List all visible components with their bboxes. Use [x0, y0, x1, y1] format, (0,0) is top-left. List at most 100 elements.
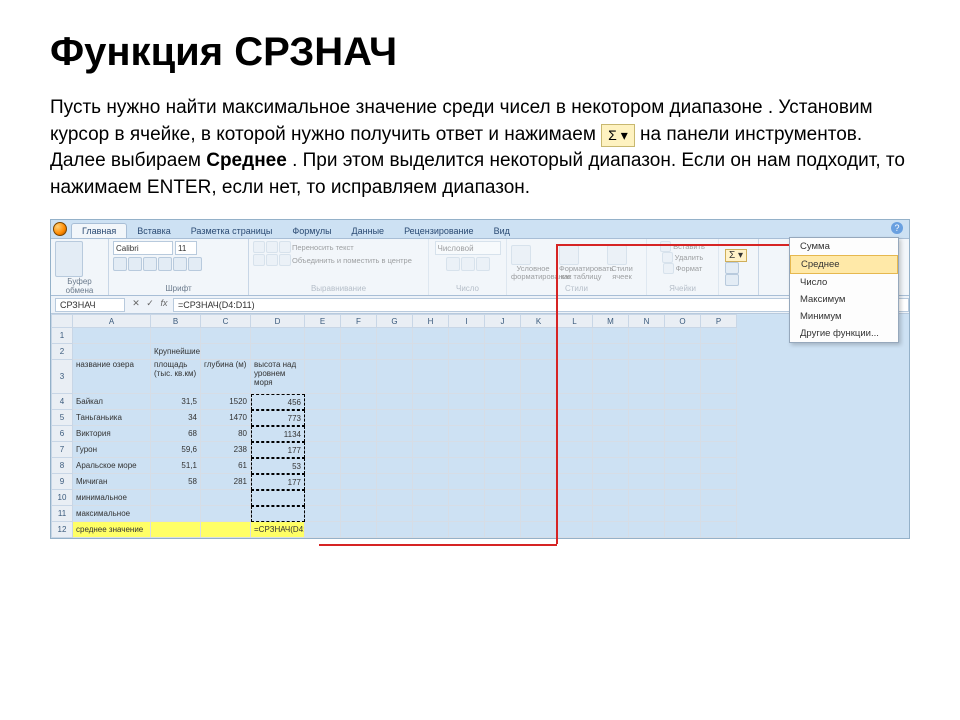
cell[interactable] — [341, 426, 377, 442]
cell[interactable] — [377, 394, 413, 410]
cell[interactable] — [593, 328, 629, 344]
autosum-menu-item[interactable]: Сумма — [790, 238, 898, 255]
cell[interactable] — [201, 344, 251, 360]
cell[interactable] — [151, 506, 201, 522]
cell[interactable]: 1470 — [201, 410, 251, 426]
cell[interactable]: высота над уровнем моря — [251, 360, 305, 394]
row-header[interactable]: 9 — [51, 474, 73, 490]
column-header[interactable]: G — [377, 314, 413, 328]
cell[interactable]: Аральское море — [73, 458, 151, 474]
cell[interactable] — [629, 442, 665, 458]
italic-icon[interactable] — [128, 257, 142, 271]
cell[interactable] — [629, 410, 665, 426]
cell[interactable] — [521, 506, 557, 522]
row-header[interactable]: 12 — [51, 522, 73, 538]
cell[interactable] — [665, 360, 701, 394]
cell[interactable] — [377, 458, 413, 474]
cell[interactable] — [377, 474, 413, 490]
cell[interactable] — [73, 344, 151, 360]
cell[interactable] — [665, 328, 701, 344]
cell[interactable]: Мичиган — [73, 474, 151, 490]
cell[interactable] — [341, 522, 377, 538]
cell[interactable] — [701, 344, 737, 360]
cell[interactable] — [377, 410, 413, 426]
enter-formula-icon[interactable]: ✓ — [143, 298, 157, 312]
cell[interactable]: 31,5 — [151, 394, 201, 410]
autosum-menu-item[interactable]: Среднее — [790, 255, 898, 274]
cell[interactable] — [557, 522, 593, 538]
cell[interactable]: 61 — [201, 458, 251, 474]
row-header[interactable]: 11 — [51, 506, 73, 522]
cell[interactable] — [449, 360, 485, 394]
ribbon-tab[interactable]: Вид — [484, 224, 520, 238]
column-header[interactable]: N — [629, 314, 665, 328]
cell[interactable] — [485, 490, 521, 506]
cell[interactable] — [557, 490, 593, 506]
cell[interactable] — [449, 328, 485, 344]
cell[interactable] — [413, 410, 449, 426]
font-size-select[interactable]: 11 — [175, 241, 197, 255]
column-header[interactable]: B — [151, 314, 201, 328]
cell[interactable] — [593, 426, 629, 442]
cell[interactable] — [593, 490, 629, 506]
cell[interactable] — [341, 410, 377, 426]
fx-icon[interactable]: fx — [157, 298, 171, 312]
row-header[interactable]: 4 — [51, 394, 73, 410]
cell[interactable] — [201, 490, 251, 506]
cell[interactable] — [485, 522, 521, 538]
cell[interactable] — [701, 506, 737, 522]
cell[interactable] — [521, 522, 557, 538]
cell[interactable] — [557, 344, 593, 360]
cell[interactable] — [593, 458, 629, 474]
cell[interactable] — [413, 394, 449, 410]
cell[interactable]: 456 — [251, 394, 305, 410]
cell[interactable] — [485, 474, 521, 490]
cell[interactable] — [557, 360, 593, 394]
cell[interactable]: 238 — [201, 442, 251, 458]
ribbon-tab[interactable]: Вставка — [127, 224, 180, 238]
cell[interactable] — [485, 328, 521, 344]
cell[interactable]: 80 — [201, 426, 251, 442]
ribbon-tab[interactable]: Разметка страницы — [181, 224, 283, 238]
cell[interactable] — [629, 490, 665, 506]
cell[interactable] — [449, 474, 485, 490]
cell[interactable] — [701, 328, 737, 344]
name-box[interactable]: СРЗНАЧ — [55, 298, 125, 312]
cell[interactable] — [449, 522, 485, 538]
cell[interactable] — [305, 522, 341, 538]
cell[interactable] — [305, 344, 341, 360]
cell[interactable] — [305, 426, 341, 442]
column-header[interactable]: I — [449, 314, 485, 328]
column-header[interactable]: A — [73, 314, 151, 328]
cell[interactable] — [665, 490, 701, 506]
font-color-icon[interactable] — [188, 257, 202, 271]
cell[interactable]: 51,1 — [151, 458, 201, 474]
cell[interactable] — [701, 426, 737, 442]
cell[interactable] — [341, 344, 377, 360]
cell[interactable] — [521, 490, 557, 506]
column-header[interactable]: M — [593, 314, 629, 328]
cell[interactable] — [629, 394, 665, 410]
cell[interactable] — [449, 458, 485, 474]
cell[interactable] — [557, 458, 593, 474]
cell[interactable] — [377, 490, 413, 506]
cell[interactable] — [557, 394, 593, 410]
column-header[interactable]: J — [485, 314, 521, 328]
cell[interactable] — [377, 328, 413, 344]
ribbon-tab[interactable]: Рецензирование — [394, 224, 484, 238]
cell[interactable] — [449, 442, 485, 458]
cell[interactable] — [449, 344, 485, 360]
cell[interactable] — [377, 344, 413, 360]
cell[interactable] — [73, 328, 151, 344]
cell[interactable] — [593, 360, 629, 394]
column-header[interactable]: H — [413, 314, 449, 328]
cell[interactable] — [449, 490, 485, 506]
column-header[interactable]: P — [701, 314, 737, 328]
cell[interactable] — [629, 426, 665, 442]
cell[interactable] — [377, 360, 413, 394]
row-header[interactable]: 6 — [51, 426, 73, 442]
cell[interactable] — [251, 490, 305, 506]
row-header[interactable]: 5 — [51, 410, 73, 426]
cell[interactable] — [629, 474, 665, 490]
row-header[interactable]: 2 — [51, 344, 73, 360]
